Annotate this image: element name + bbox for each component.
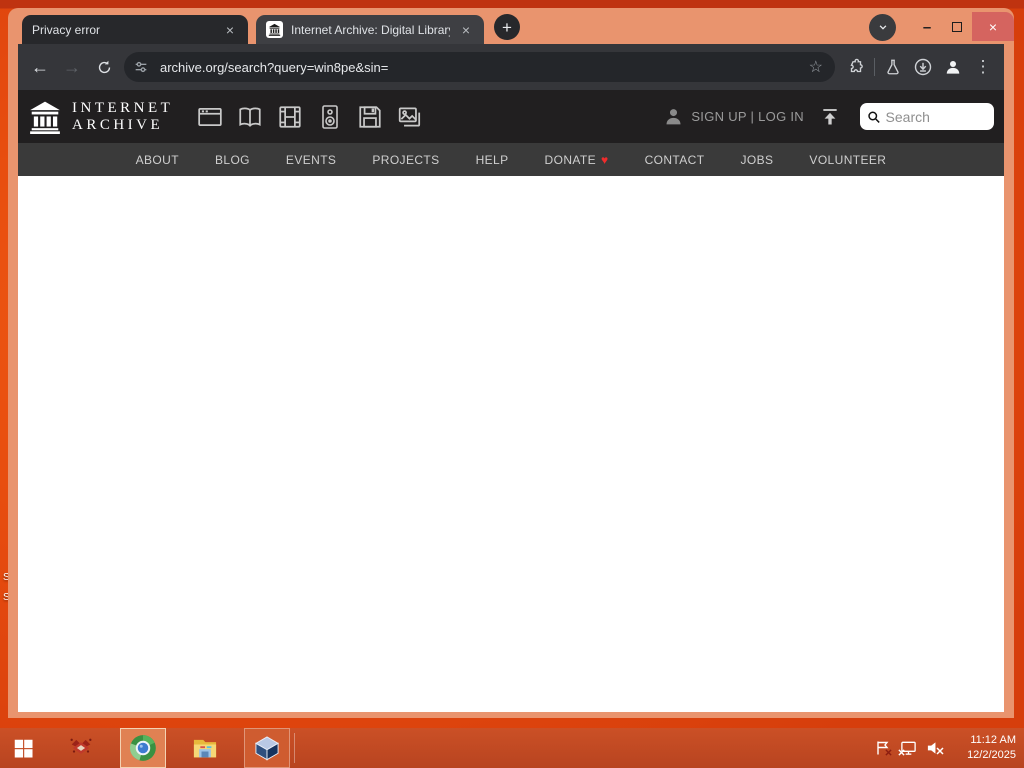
volume-muted-icon[interactable]: [926, 740, 944, 756]
images-icon[interactable]: [397, 104, 423, 130]
webpage-internet-archive: INTERNET ARCHIVE SIGN UP | LOG IN Search…: [18, 90, 1004, 712]
internet-archive-wordmark[interactable]: INTERNET ARCHIVE: [72, 100, 173, 134]
experiments-flask-icon[interactable]: [878, 52, 908, 82]
reload-button[interactable]: [88, 51, 120, 83]
clock-time: 11:12 AM: [970, 734, 1016, 747]
close-window-button[interactable]: ×: [972, 12, 1014, 41]
taskbar-file-explorer-button[interactable]: [182, 728, 228, 768]
nav-help[interactable]: HELP: [476, 153, 509, 167]
nav-jobs[interactable]: JOBS: [740, 153, 773, 167]
taskbar-chrome-button[interactable]: [120, 728, 166, 768]
system-tray: 11:12 AM 12/2/2025: [875, 733, 1024, 763]
nav-blog[interactable]: BLOG: [215, 153, 250, 167]
tab-title: Privacy error: [32, 22, 101, 37]
tab-internet-archive[interactable]: Internet Archive: Digital Library ×: [256, 15, 484, 44]
clock-date: 12/2/2025: [967, 749, 1016, 761]
address-bar[interactable]: archive.org/search?query=win8pe&sin= ☆: [124, 52, 835, 82]
tab-close-icon[interactable]: ×: [222, 22, 238, 38]
start-button[interactable]: [0, 728, 46, 768]
video-icon[interactable]: [277, 104, 303, 130]
upload-icon[interactable]: [820, 107, 840, 127]
heart-icon: ♥: [601, 152, 609, 167]
user-icon: [663, 106, 684, 127]
internet-archive-favicon-icon: [266, 21, 283, 38]
browser-toolbar: ← → archive.org/search?query=win8pe&sin=…: [18, 44, 1004, 90]
archive-nav: ABOUT BLOG EVENTS PROJECTS HELP DONATE ♥ …: [18, 143, 1004, 176]
tab-strip: Privacy error × Internet Archive: Digita…: [8, 8, 1014, 44]
wordmark-line1: INTERNET: [72, 99, 174, 116]
internet-archive-logo-icon[interactable]: [28, 99, 62, 135]
nav-about[interactable]: ABOUT: [136, 153, 179, 167]
archive-header: INTERNET ARCHIVE SIGN UP | LOG IN Search: [18, 90, 1004, 143]
texts-icon[interactable]: [237, 104, 263, 130]
archive-search-input[interactable]: [885, 108, 987, 125]
signup-login-link[interactable]: SIGN UP | LOG IN: [691, 109, 804, 124]
action-center-flag-icon[interactable]: [875, 740, 892, 756]
browser-window: Privacy error × Internet Archive: Digita…: [8, 8, 1014, 718]
toolbar-divider: [874, 58, 875, 76]
media-type-icons: [197, 104, 423, 130]
maximize-button[interactable]: [942, 22, 972, 32]
url-text[interactable]: archive.org/search?query=win8pe&sin=: [160, 60, 807, 75]
bookmark-star-icon[interactable]: ☆: [807, 57, 825, 77]
header-account-area: SIGN UP | LOG IN: [663, 103, 994, 130]
browser-menu-icon[interactable]: ⋮: [968, 52, 998, 82]
back-button[interactable]: ←: [24, 51, 56, 83]
new-tab-button[interactable]: +: [494, 14, 520, 40]
tab-title: Internet Archive: Digital Library: [291, 22, 450, 37]
page-content-blank: [18, 176, 1004, 712]
software-icon[interactable]: [357, 104, 383, 130]
wordmark-line2: ARCHIVE: [72, 116, 164, 133]
maximize-icon: [952, 22, 962, 32]
taskbar-divider: [294, 733, 295, 763]
tab-privacy-error[interactable]: Privacy error ×: [22, 15, 248, 44]
downloads-icon[interactable]: [908, 52, 938, 82]
nav-donate[interactable]: DONATE ♥: [545, 153, 609, 167]
taskbar: 11:12 AM 12/2/2025: [0, 728, 1024, 768]
nav-contact[interactable]: CONTACT: [645, 153, 705, 167]
tab-search-button[interactable]: [869, 13, 896, 41]
archive-search-box[interactable]: [860, 103, 994, 130]
audio-icon[interactable]: [317, 104, 343, 130]
network-status-icon[interactable]: [898, 740, 917, 756]
taskbar-red-app-button[interactable]: [58, 728, 104, 768]
tab-close-icon[interactable]: ×: [458, 22, 474, 38]
nav-projects[interactable]: PROJECTS: [372, 153, 439, 167]
web-icon[interactable]: [197, 104, 223, 130]
extensions-icon[interactable]: [841, 52, 871, 82]
profile-avatar-icon[interactable]: [938, 52, 968, 82]
nav-donate-label: DONATE: [544, 152, 597, 167]
nav-volunteer[interactable]: VOLUNTEER: [809, 153, 886, 167]
site-settings-icon[interactable]: [133, 59, 149, 75]
taskbar-clock[interactable]: 11:12 AM 12/2/2025: [956, 733, 1016, 763]
nav-events[interactable]: EVENTS: [286, 153, 336, 167]
taskbar-virtualbox-button[interactable]: [244, 728, 290, 768]
window-controls: – ×: [869, 12, 1014, 42]
forward-button[interactable]: →: [56, 51, 88, 83]
minimize-button[interactable]: –: [912, 19, 942, 36]
